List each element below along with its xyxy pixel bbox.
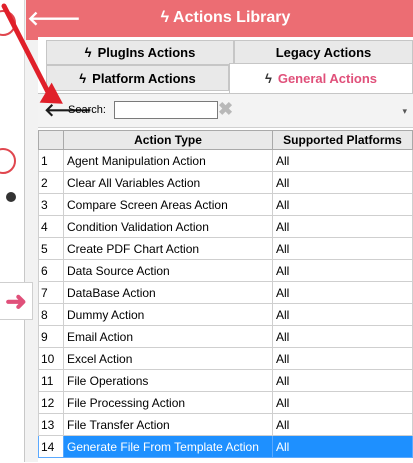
table-row[interactable]: 3 Compare Screen Areas Action All [38, 193, 413, 216]
table-row[interactable]: 2 Clear All Variables Action All [38, 171, 413, 194]
actions-grid: Action Type Supported Platforms 1 Agent M… [38, 130, 413, 458]
lightning-plug-icon: ϟ [84, 45, 92, 60]
actions-library-window: 🡐 ϟ Actions Library ϟ PlugIns Actions Leg… [27, 0, 413, 463]
background-window-panel: ➜ [0, 0, 38, 462]
column-header-action-type[interactable]: Action Type [63, 130, 273, 150]
title-bar: 🡐 ϟ Actions Library [27, 0, 413, 37]
action-type-cell[interactable]: Dummy Action [63, 303, 273, 326]
grid-header-row: Action Type Supported Platforms [38, 130, 413, 150]
action-type-cell[interactable]: Clear All Variables Action [63, 171, 273, 194]
action-type-cell[interactable]: Email Action [63, 325, 273, 348]
row-index-cell[interactable]: 10 [38, 347, 64, 370]
row-index-cell[interactable]: 12 [38, 391, 64, 414]
divider [24, 100, 25, 462]
column-header-supported-platforms[interactable]: Supported Platforms [272, 130, 413, 150]
action-type-cell[interactable]: Excel Action [63, 347, 273, 370]
row-index-cell[interactable]: 5 [38, 237, 64, 260]
search-toolbar: 🡐 Search: ✖ ▾ [38, 94, 413, 128]
table-row[interactable]: 12 File Processing Action All [38, 391, 413, 414]
arrow-right-icon: ➜ [5, 286, 27, 316]
table-row[interactable]: 8 Dummy Action All [38, 303, 413, 326]
tab-strip: ϟ PlugIns Actions Legacy Actions ϟ Platf… [38, 37, 413, 93]
supported-platforms-cell[interactable]: All [272, 369, 413, 392]
table-row[interactable]: 7 DataBase Action All [38, 281, 413, 304]
action-type-cell[interactable]: File Transfer Action [63, 413, 273, 436]
supported-platforms-cell[interactable]: All [272, 347, 413, 370]
background-dot-icon [6, 192, 16, 202]
table-row[interactable]: 10 Excel Action All [38, 347, 413, 370]
action-type-cell[interactable]: Compare Screen Areas Action [63, 193, 273, 216]
supported-platforms-cell[interactable]: All [272, 325, 413, 348]
action-type-cell[interactable]: DataBase Action [63, 281, 273, 304]
supported-platforms-cell[interactable]: All [272, 413, 413, 436]
row-index-header [38, 130, 64, 150]
tab-plugins-actions[interactable]: ϟ PlugIns Actions [46, 40, 234, 65]
lightning-platform-icon: ϟ [79, 70, 87, 86]
action-type-cell[interactable]: File Processing Action [63, 391, 273, 414]
action-type-cell[interactable]: File Operations [63, 369, 273, 392]
row-index-cell[interactable]: 4 [38, 215, 64, 238]
action-type-cell[interactable]: Condition Validation Action [63, 215, 273, 238]
table-row[interactable]: 6 Data Source Action All [38, 259, 413, 282]
table-row[interactable]: 13 File Transfer Action All [38, 413, 413, 436]
row-index-cell[interactable]: 9 [38, 325, 64, 348]
table-row[interactable]: 11 File Operations All [38, 369, 413, 392]
row-index-cell[interactable]: 2 [38, 171, 64, 194]
general-actions-panel: 🡐 Search: ✖ ▾ Action Type Supported Plat… [38, 93, 413, 463]
background-sidebar [0, 0, 25, 462]
table-row[interactable]: 5 Create PDF Chart Action All [38, 237, 413, 260]
action-type-cell[interactable]: Create PDF Chart Action [63, 237, 273, 260]
row-index-cell[interactable]: 14 [38, 435, 64, 458]
action-type-cell[interactable]: Data Source Action [63, 259, 273, 282]
supported-platforms-cell[interactable]: All [272, 281, 413, 304]
clear-search-icon[interactable]: ✖ [218, 99, 233, 120]
row-index-cell[interactable]: 1 [38, 149, 64, 172]
table-row[interactable]: 4 Condition Validation Action All [38, 215, 413, 238]
lightning-general-icon: ϟ [264, 71, 272, 86]
supported-platforms-cell[interactable]: All [272, 435, 413, 458]
toolbar-overflow-icon[interactable]: ▾ [402, 106, 407, 117]
lightning-icon: ϟ [160, 9, 170, 26]
tab-legacy-actions[interactable]: Legacy Actions [234, 40, 413, 65]
table-row[interactable]: 1 Agent Manipulation Action All [38, 149, 413, 172]
search-input[interactable] [114, 101, 218, 119]
expand-panel-button[interactable]: ➜ [0, 282, 33, 320]
supported-platforms-cell[interactable]: All [272, 237, 413, 260]
supported-platforms-cell[interactable]: All [272, 215, 413, 238]
supported-platforms-cell[interactable]: All [272, 171, 413, 194]
row-index-cell[interactable]: 6 [38, 259, 64, 282]
action-type-cell[interactable]: Agent Manipulation Action [63, 149, 273, 172]
supported-platforms-cell[interactable]: All [272, 193, 413, 216]
row-index-cell[interactable]: 8 [38, 303, 64, 326]
tab-platform-actions[interactable]: ϟ Platform Actions [46, 65, 229, 91]
search-label: Search: [68, 104, 106, 116]
row-index-cell[interactable]: 3 [38, 193, 64, 216]
supported-platforms-cell[interactable]: All [272, 303, 413, 326]
table-row[interactable]: 9 Email Action All [38, 325, 413, 348]
supported-platforms-cell[interactable]: All [272, 391, 413, 414]
action-type-cell[interactable]: Generate File From Template Action [63, 435, 273, 458]
table-row[interactable]: 14 Generate File From Template Action All [38, 435, 413, 458]
window-title: ϟ Actions Library [160, 9, 291, 26]
tab-general-actions[interactable]: ϟ General Actions [229, 63, 413, 93]
row-index-cell[interactable]: 13 [38, 413, 64, 436]
supported-platforms-cell[interactable]: All [272, 259, 413, 282]
row-index-cell[interactable]: 11 [38, 369, 64, 392]
row-index-cell[interactable]: 7 [38, 281, 64, 304]
supported-platforms-cell[interactable]: All [272, 149, 413, 172]
